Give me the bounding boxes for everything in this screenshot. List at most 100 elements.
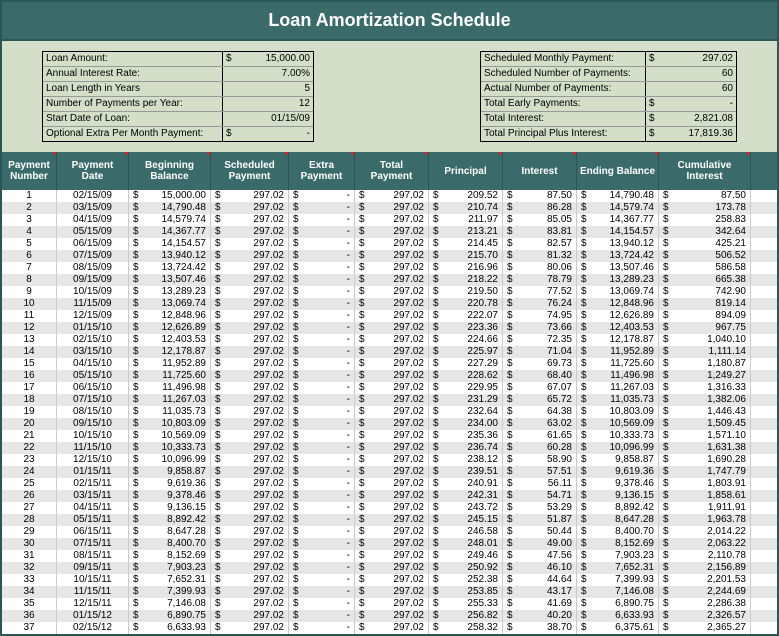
cell-payment-date: 08/15/11: [57, 550, 129, 562]
cell-interest: $50.44: [503, 526, 577, 538]
cell-ending-balance: $8,152.69: [577, 538, 659, 550]
cell-scheduled-payment: $297.02: [211, 346, 289, 358]
cell-scheduled-payment: $297.02: [211, 250, 289, 262]
cell-total-payment: $297.02: [355, 238, 429, 250]
input-summary-value: 01/15/09: [223, 112, 313, 126]
cell-payment-date: 12/15/09: [57, 310, 129, 322]
cell-beginning-balance: $11,725.60: [129, 370, 211, 382]
cell-interest: $58.90: [503, 454, 577, 466]
table-row: 3310/15/11$7,652.31$297.02$-$297.02$252.…: [2, 574, 777, 586]
cell-beginning-balance: $7,652.31: [129, 574, 211, 586]
output-summary-value: $-: [646, 97, 736, 111]
output-summary-label: Total Early Payments:: [481, 97, 646, 111]
cell-beginning-balance: $9,858.87: [129, 466, 211, 478]
cell-cumulative-interest: $967.75: [659, 322, 751, 334]
input-summary-row: Optional Extra Per Month Payment:$-: [43, 126, 313, 141]
cell-scheduled-payment: $297.02: [211, 226, 289, 238]
table-row: 2805/15/11$8,892.42$297.02$-$297.02$245.…: [2, 514, 777, 526]
cell-interest: $77.52: [503, 286, 577, 298]
cell-total-payment: $297.02: [355, 442, 429, 454]
cell-beginning-balance: $13,507.46: [129, 274, 211, 286]
table-row: 3108/15/11$8,152.69$297.02$-$297.02$249.…: [2, 550, 777, 562]
cell-scheduled-payment: $297.02: [211, 358, 289, 370]
cell-cumulative-interest: $2,110.78: [659, 550, 751, 562]
cell-beginning-balance: $14,367.77: [129, 226, 211, 238]
cell-payment-date: 04/15/10: [57, 358, 129, 370]
cell-interest: $86.28: [503, 202, 577, 214]
cell-principal: $229.95: [429, 382, 503, 394]
table-row: 1807/15/10$11,267.03$297.02$-$297.02$231…: [2, 394, 777, 406]
cell-ending-balance: $11,725.60: [577, 358, 659, 370]
cell-interest: $47.56: [503, 550, 577, 562]
cell-total-payment: $297.02: [355, 250, 429, 262]
cell-scheduled-payment: $297.02: [211, 394, 289, 406]
cell-extra-payment: $-: [289, 190, 355, 202]
cell-payment-number: 6: [2, 250, 57, 262]
cell-extra-payment: $-: [289, 202, 355, 214]
cell-beginning-balance: $9,378.46: [129, 490, 211, 502]
cell-ending-balance: $12,403.53: [577, 322, 659, 334]
cell-cumulative-interest: $2,365.27: [659, 622, 751, 634]
cell-total-payment: $297.02: [355, 598, 429, 610]
cell-payment-number: 20: [2, 418, 57, 430]
cell-interest: $68.40: [503, 370, 577, 382]
cell-total-payment: $297.02: [355, 574, 429, 586]
input-summary-row: Loan Amount:$15,000.00: [43, 52, 313, 66]
cell-scheduled-payment: $297.02: [211, 406, 289, 418]
cell-cumulative-interest: $506.52: [659, 250, 751, 262]
cell-cumulative-interest: $258.83: [659, 214, 751, 226]
col-header-payment-date: Payment Date: [57, 152, 129, 190]
cell-principal: $219.50: [429, 286, 503, 298]
cell-ending-balance: $7,146.08: [577, 586, 659, 598]
cell-total-payment: $297.02: [355, 226, 429, 238]
cell-payment-date: 11/15/11: [57, 586, 129, 598]
cell-cumulative-interest: $1,111.14: [659, 346, 751, 358]
cell-principal: $248.01: [429, 538, 503, 550]
cell-ending-balance: $11,496.98: [577, 370, 659, 382]
cell-principal: $209.52: [429, 190, 503, 202]
table-row: 2312/15/10$10,096.99$297.02$-$297.02$238…: [2, 454, 777, 466]
cell-payment-number: 28: [2, 514, 57, 526]
main-container: Loan Amortization Schedule Loan Amount:$…: [0, 0, 779, 636]
col-header-cumulative-interest: Cumulative Interest: [659, 152, 751, 190]
cell-payment-date: 07/15/10: [57, 394, 129, 406]
cell-payment-number: 26: [2, 490, 57, 502]
cell-total-payment: $297.02: [355, 202, 429, 214]
cell-ending-balance: $7,652.31: [577, 562, 659, 574]
cell-scheduled-payment: $297.02: [211, 610, 289, 622]
cell-cumulative-interest: $742.90: [659, 286, 751, 298]
cell-cumulative-interest: $819.14: [659, 298, 751, 310]
cell-ending-balance: $7,903.23: [577, 550, 659, 562]
cell-cumulative-interest: $1,858.61: [659, 490, 751, 502]
cell-ending-balance: $12,178.87: [577, 334, 659, 346]
cell-scheduled-payment: $297.02: [211, 586, 289, 598]
cell-ending-balance: $9,858.87: [577, 454, 659, 466]
cell-payment-number: 11: [2, 310, 57, 322]
cell-cumulative-interest: $665.38: [659, 274, 751, 286]
cell-payment-number: 5: [2, 238, 57, 250]
cell-total-payment: $297.02: [355, 310, 429, 322]
cell-cumulative-interest: $1,963.78: [659, 514, 751, 526]
table-row: 2502/15/11$9,619.36$297.02$-$297.02$240.…: [2, 478, 777, 490]
cell-payment-number: 37: [2, 622, 57, 634]
cell-payment-date: 01/15/10: [57, 322, 129, 334]
cell-ending-balance: $10,569.09: [577, 418, 659, 430]
cell-extra-payment: $-: [289, 538, 355, 550]
cell-principal: $255.33: [429, 598, 503, 610]
cell-principal: $242.31: [429, 490, 503, 502]
cell-extra-payment: $-: [289, 622, 355, 634]
cell-principal: $231.29: [429, 394, 503, 406]
cell-interest: $85.05: [503, 214, 577, 226]
cell-cumulative-interest: $2,063.22: [659, 538, 751, 550]
cell-extra-payment: $-: [289, 562, 355, 574]
output-summary-row: Actual Number of Payments:60: [481, 81, 736, 96]
cell-payment-number: 25: [2, 478, 57, 490]
cell-total-payment: $297.02: [355, 550, 429, 562]
table-row: 3601/15/12$6,890.75$297.02$-$297.02$256.…: [2, 610, 777, 622]
cell-scheduled-payment: $297.02: [211, 622, 289, 634]
cell-principal: $249.46: [429, 550, 503, 562]
cell-ending-balance: $6,890.75: [577, 598, 659, 610]
loan-output-summary: Scheduled Monthly Payment:$297.02Schedul…: [480, 51, 737, 142]
cell-extra-payment: $-: [289, 442, 355, 454]
cell-ending-balance: $9,378.46: [577, 478, 659, 490]
